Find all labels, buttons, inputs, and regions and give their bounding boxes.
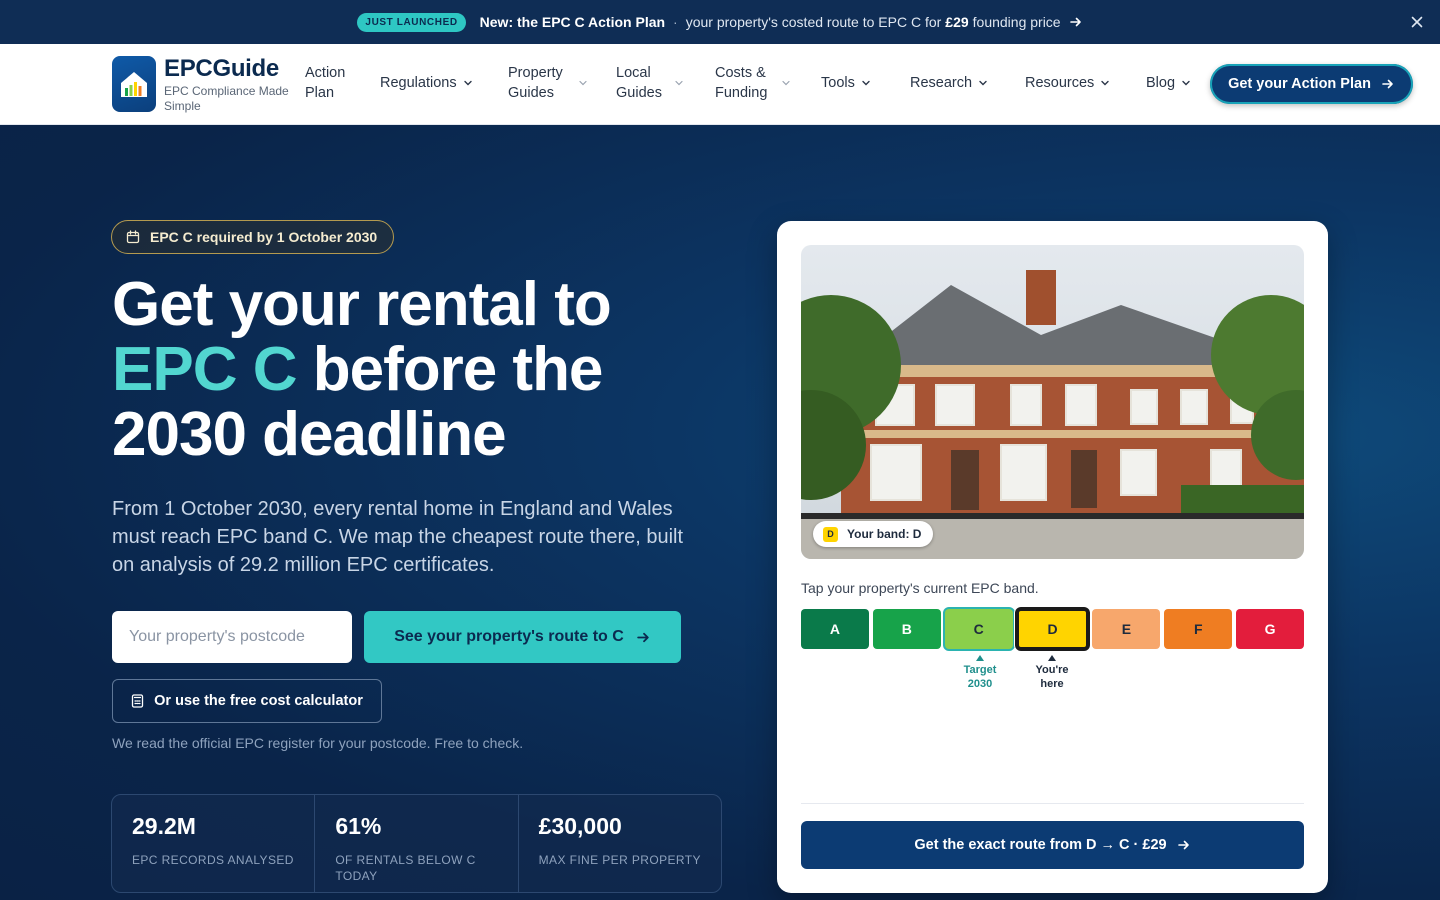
stat-value: £30,000 (538, 813, 622, 839)
chevron-down-icon (463, 80, 472, 86)
nav-item-regulations[interactable]: Regulations (380, 73, 473, 93)
exact-route-button[interactable]: Get the exact route from D → C · £29 (801, 821, 1304, 869)
hero-lead: From 1 October 2030, every rental home i… (112, 498, 684, 576)
house-illustration (801, 245, 1304, 559)
stat-rentals-below-c: 61% OF RENTALS BELOW C TODAY (315, 795, 519, 892)
current-label-1: You're (1035, 664, 1069, 676)
stat-label: EPC RECORDS ANALYSED (132, 853, 294, 867)
chevron-down-icon (862, 80, 870, 86)
stat-value: 29.2M (132, 813, 196, 839)
close-icon[interactable] (1408, 13, 1426, 31)
epc-band-card: D Your band: D Tap your property's curre… (777, 221, 1328, 893)
nav-item-tools[interactable]: Tools (821, 73, 871, 93)
current-label-2: here (1040, 678, 1064, 690)
stat-max-fine: £30,000 MAX FINE PER PROPERTY (519, 795, 721, 892)
announcement-text-after: founding price (972, 14, 1061, 30)
postcode-input[interactable]: Your property's postcode (112, 611, 352, 663)
band-g-button[interactable]: G (1236, 609, 1305, 649)
calculator-icon (131, 694, 144, 708)
triangle-up-icon (1048, 655, 1056, 661)
band-f-button[interactable]: F (1164, 609, 1233, 649)
card-divider (801, 803, 1304, 804)
nav-item-property-guides[interactable]: Property Guides (508, 63, 587, 103)
see-route-label: See your property's route to C (394, 628, 624, 645)
chevron-down-icon (675, 80, 683, 86)
nav-item-resources[interactable]: Resources (1025, 73, 1110, 93)
nav-item-label: Blog (1146, 75, 1176, 91)
hero-title: Get your rental to EPC C before the 2030… (112, 272, 732, 467)
main-nav: EPCGuide EPC Compliance Made Simple Acti… (0, 44, 1440, 125)
nav-item-label: Research (910, 75, 973, 91)
stat-value: 61% (335, 813, 382, 839)
chevron-down-icon (579, 80, 587, 86)
nav-cta-label: Get your Action Plan (1228, 76, 1371, 92)
stat-records: 29.2M EPC RECORDS ANALYSED (112, 795, 316, 892)
announcement-price: £29 (945, 14, 969, 30)
get-action-plan-button[interactable]: Get your Action Plan (1210, 64, 1413, 104)
you-are-here-marker: You're here (1022, 655, 1082, 691)
nav-item-label: Resources (1025, 75, 1095, 91)
band-d-button[interactable]: D (1016, 609, 1089, 649)
exact-route-label: Get the exact route from D → C · £29 (914, 837, 1167, 853)
band-c-button[interactable]: C (944, 609, 1013, 649)
nav-item-label: Costs & Funding (715, 65, 768, 101)
arrow-right-icon (1177, 840, 1189, 850)
chevron-down-icon (1101, 80, 1110, 86)
announcement-headline: New: the EPC C Action Plan (479, 14, 666, 30)
nav-item-blog[interactable]: Blog (1146, 73, 1191, 93)
band-chip-letter: D (823, 526, 838, 542)
hero-title-line1: Get your rental to (112, 270, 612, 339)
band-chip-text: Your band: D (847, 527, 922, 541)
nav-item-local-guides[interactable]: Local Guides (616, 63, 683, 103)
postcode-placeholder: Your property's postcode (129, 628, 305, 645)
cost-calculator-label: Or use the free cost calculator (154, 693, 363, 709)
nav-item-label: Tools (821, 75, 855, 91)
hero-title-line2: before the (296, 335, 604, 404)
chevron-down-icon (1182, 80, 1190, 86)
stat-label: OF RENTALS BELOW C TODAY (335, 853, 476, 883)
calendar-icon (126, 230, 140, 244)
chevron-down-icon (782, 80, 790, 86)
triangle-up-icon (976, 655, 984, 661)
terraced-houses-image: D Your band: D (801, 245, 1304, 559)
chevron-down-icon (979, 80, 987, 86)
just-launched-pill: JUST LAUNCHED (357, 12, 466, 32)
deadline-badge-text: EPC C required by 1 October 2030 (150, 229, 378, 245)
band-e-button[interactable]: E (1092, 609, 1161, 649)
nav-item-label: Property Guides (508, 65, 563, 101)
band-a-button[interactable]: A (801, 609, 869, 649)
band-b-button[interactable]: B (872, 609, 941, 649)
nav-item-costs-funding[interactable]: Costs & Funding (715, 63, 790, 103)
announcement-bar[interactable]: JUST LAUNCHED New: the EPC C Action Plan… (0, 0, 1440, 44)
hero-title-accent: EPC C (112, 335, 297, 404)
logo-name[interactable]: EPCGuide (164, 55, 279, 83)
your-band-chip: D Your band: D (813, 521, 934, 547)
epc-band-selector: ABCDEFG (801, 609, 1305, 649)
target-label-2: 2030 (967, 678, 993, 690)
nav-item-action-plan[interactable]: Action Plan (305, 63, 353, 103)
hero-section: EPC C required by 1 October 2030 Get you… (0, 125, 1440, 900)
nav-item-label: Regulations (380, 75, 457, 91)
nav-item-label: Action Plan (305, 65, 346, 101)
logo-house-icon[interactable] (112, 56, 156, 112)
target-2030-marker: Target 2030 (950, 655, 1010, 691)
tap-instruction: Tap your property's current EPC band. (801, 580, 1039, 596)
arrow-right-icon (637, 632, 649, 642)
arrow-right-icon (1382, 79, 1393, 89)
stat-label: MAX FINE PER PROPERTY (538, 853, 701, 867)
nav-item-label: Local Guides (616, 65, 662, 101)
nav-item-research[interactable]: Research (910, 73, 988, 93)
logo-tagline: EPC Compliance Made Simple (164, 84, 289, 113)
announcement-separator: · (673, 14, 678, 30)
stats-panel: 29.2M EPC RECORDS ANALYSED 61% OF RENTAL… (111, 794, 722, 893)
hero-title-line3: 2030 deadline (112, 400, 507, 469)
target-label-1: Target (963, 664, 997, 676)
announcement-text: your property's costed route to EPC C fo… (685, 14, 942, 30)
see-route-button[interactable]: See your property's route to C (364, 611, 681, 663)
cost-calculator-button[interactable]: Or use the free cost calculator (112, 679, 382, 723)
arrow-right-icon (1069, 15, 1083, 29)
hero-note: We read the official EPC register for yo… (112, 735, 524, 751)
deadline-badge: EPC C required by 1 October 2030 (111, 220, 395, 254)
